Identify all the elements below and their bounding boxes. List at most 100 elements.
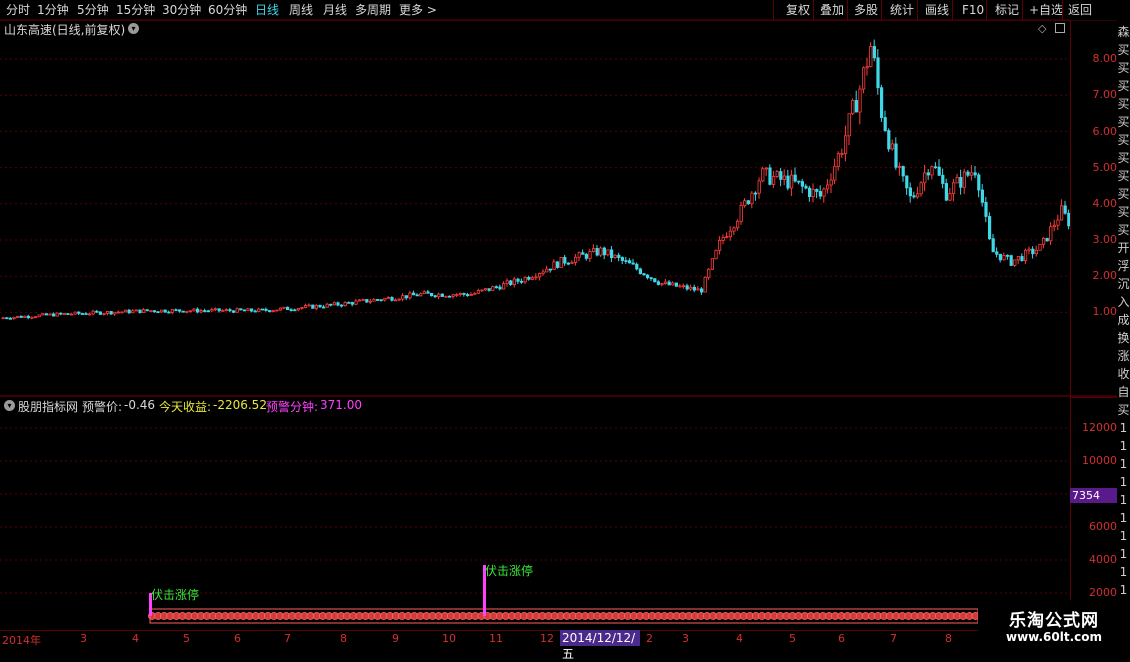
side-panel-glyph: 买	[1117, 133, 1130, 147]
candle-body	[350, 302, 355, 305]
candle-body	[55, 312, 59, 317]
candle-body	[592, 248, 596, 252]
date-tick: 4	[736, 632, 743, 645]
candle-body	[1020, 256, 1024, 262]
candle-body	[393, 299, 398, 302]
kline-chart[interactable]	[0, 0, 1130, 650]
candle-body	[613, 254, 617, 258]
candle-body	[253, 310, 257, 313]
candle-body	[786, 175, 790, 189]
candle-body	[833, 165, 837, 181]
candle-body	[1063, 205, 1067, 214]
side-panel-strip[interactable]: 森买买买买买买买买买买买开浮沉入成换涨收自买1111111111	[1117, 20, 1130, 632]
candle-body	[1052, 224, 1056, 228]
price-tick: 1.00	[1092, 305, 1118, 318]
date-tick: 7	[284, 632, 291, 645]
candle-body	[912, 195, 916, 198]
date-axis	[0, 630, 1070, 651]
candle-body	[102, 313, 106, 315]
candle-body	[239, 308, 243, 311]
candle-body	[98, 311, 102, 315]
date-tick: 5	[183, 632, 190, 645]
side-panel-glyph: 买	[1117, 151, 1130, 165]
candle-body	[95, 310, 99, 313]
candle-body	[170, 309, 174, 313]
candle-body	[285, 306, 290, 311]
candle-body	[37, 314, 41, 318]
side-panel-glyph: 买	[1117, 115, 1130, 129]
candle-body	[451, 294, 455, 297]
candle-body	[991, 238, 995, 253]
candle-body	[923, 172, 927, 184]
candle-body	[433, 295, 437, 298]
candle-body	[847, 113, 851, 137]
candle-body	[210, 309, 214, 312]
candle-body	[944, 183, 949, 201]
candle-body	[80, 313, 84, 315]
candle-body	[152, 310, 156, 313]
candle-body	[156, 311, 160, 314]
candle-body	[574, 256, 578, 263]
candle-body	[311, 304, 315, 309]
candle-body	[404, 295, 409, 299]
candle-body	[700, 288, 704, 293]
candle-body	[469, 294, 473, 297]
candle-body	[1038, 243, 1042, 251]
signal-label: 伏击涨停	[485, 564, 534, 578]
candle-body	[595, 248, 599, 256]
candle-body	[736, 220, 740, 229]
candle-body	[501, 283, 506, 290]
candle-body	[682, 285, 686, 288]
side-panel-glyph: 浮	[1117, 259, 1130, 273]
candle-body	[138, 309, 142, 314]
side-panel-glyph: 1	[1119, 565, 1128, 579]
candle-body	[1056, 219, 1060, 226]
candle-body	[314, 304, 319, 309]
candle-body	[588, 251, 592, 259]
candle-body	[185, 310, 189, 313]
candle-body	[826, 184, 830, 190]
chevron-down-icon[interactable]: ▾	[4, 400, 15, 411]
candle-body	[444, 295, 448, 298]
candle-body	[610, 249, 614, 258]
candle-body	[635, 263, 639, 270]
side-panel-glyph: 开	[1117, 241, 1130, 255]
candle-body	[984, 201, 988, 217]
date-tick: 8	[945, 632, 952, 645]
candle-body	[808, 187, 812, 198]
candle-body	[411, 292, 416, 296]
candle-body	[300, 307, 304, 309]
candle-body	[62, 313, 67, 315]
candle-body	[541, 271, 545, 274]
candle-body	[696, 288, 700, 291]
candle-body	[559, 256, 563, 268]
candle-body	[876, 57, 880, 89]
candle-body	[916, 193, 920, 198]
date-tick: 6	[234, 632, 241, 645]
side-panel-glyph: 自	[1117, 385, 1130, 399]
candle-body	[422, 291, 427, 295]
candle-body	[548, 268, 553, 271]
side-panel-glyph: 买	[1117, 223, 1130, 237]
candle-body	[703, 276, 707, 293]
candle-body	[581, 252, 585, 255]
candle-body	[206, 310, 210, 313]
candle-body	[768, 167, 772, 185]
candle-body	[41, 313, 45, 316]
candle-body	[199, 310, 203, 313]
candle-body	[894, 143, 898, 168]
candle-body	[887, 130, 891, 150]
candle-body	[19, 315, 23, 318]
side-panel-glyph: 1	[1119, 493, 1128, 507]
candle-body	[890, 143, 895, 150]
candle-body	[797, 180, 801, 183]
candle-body	[790, 174, 794, 189]
candle-body	[509, 280, 513, 286]
indicator-tick: 6000	[1089, 520, 1117, 533]
candle-body	[754, 192, 758, 195]
side-panel-glyph: 沉	[1117, 277, 1130, 291]
date-tick: 9	[392, 632, 399, 645]
candle-body	[646, 274, 650, 279]
candle-body	[725, 236, 729, 239]
indicator-tick: 12000	[1082, 421, 1117, 434]
